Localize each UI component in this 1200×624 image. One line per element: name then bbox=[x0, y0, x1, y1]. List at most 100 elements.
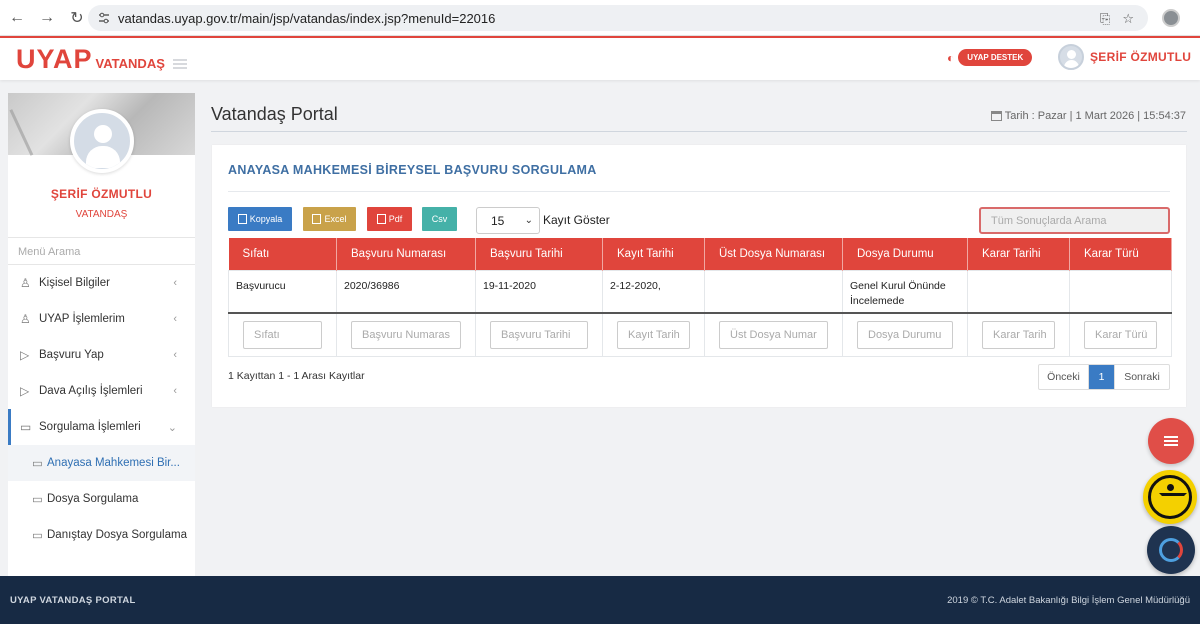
hamburger-icon bbox=[1164, 436, 1178, 446]
sidebar-item-basvuru-yap[interactable]: ▷ Başvuru Yap ‹ bbox=[8, 337, 195, 373]
table-cell: 2-12-2020, bbox=[602, 269, 705, 314]
copy-button[interactable]: Kopyala bbox=[228, 207, 292, 231]
folder-icon: ▭ bbox=[20, 420, 32, 434]
sidebar-item-label: Sorgulama İşlemleri bbox=[39, 421, 141, 433]
pagination: Önceki 1 Sonraki bbox=[1038, 364, 1170, 390]
translate-icon[interactable]: ⎘ bbox=[1100, 11, 1110, 27]
browser-profile-icon[interactable] bbox=[1162, 9, 1180, 27]
support-chat-icon bbox=[1159, 538, 1183, 562]
column-header[interactable]: Başvuru Tarihi bbox=[475, 238, 603, 270]
table-info: 1 Kayıttan 1 - 1 Arası Kayıtlar bbox=[228, 370, 365, 382]
filter-cell: Karar Türü bbox=[1069, 312, 1172, 357]
table-cell bbox=[967, 269, 1070, 314]
hamburger-menu-icon[interactable] bbox=[172, 59, 187, 69]
sidebar-subitem-label: Danıştay Dosya Sorgulama bbox=[47, 529, 187, 541]
filter-input-kayit-tarihi[interactable]: Kayıt Tarih bbox=[617, 321, 690, 349]
table-cell bbox=[1069, 269, 1172, 314]
sidebar-item-dava-acilis[interactable]: ▷ Dava Açılış İşlemleri ‹ bbox=[8, 373, 195, 409]
address-bar[interactable]: vatandas.uyap.gov.tr/main/jsp/vatandas/i… bbox=[88, 5, 1148, 31]
copy-button-label: Kopyala bbox=[249, 214, 283, 224]
forward-icon[interactable]: → bbox=[34, 5, 60, 31]
table-row[interactable]: Başvurucu 2020/36986 19-11-2020 2-12-202… bbox=[228, 269, 1172, 314]
reload-icon[interactable]: ↻ bbox=[64, 5, 90, 31]
sidebar: ŞERİF ÖZMUTLU VATANDAŞ Menü Arama ♙ Kişi… bbox=[8, 93, 195, 576]
chevron-left-icon: ‹ bbox=[173, 385, 177, 397]
filter-input-dosya-durumu[interactable]: Dosya Durumu bbox=[857, 321, 953, 349]
folder-icon: ▭ bbox=[32, 458, 43, 470]
footer-left-text: UYAP VATANDAŞ PORTAL bbox=[10, 594, 136, 606]
play-icon: ▷ bbox=[20, 348, 30, 362]
user-menu[interactable]: ŞERİF ÖZMUTLU bbox=[1058, 44, 1191, 70]
menu-search-input[interactable]: Menü Arama bbox=[8, 237, 195, 265]
user-avatar-icon bbox=[1058, 44, 1084, 70]
sidebar-subitem-dosya-sorgulama[interactable]: ▭ Dosya Sorgulama bbox=[8, 481, 195, 517]
filter-row: Sıfatı Başvuru Numaras Başvuru Tarihi Ka… bbox=[228, 312, 1172, 357]
sidebar-item-kisisel-bilgiler[interactable]: ♙ Kişisel Bilgiler ‹ bbox=[8, 265, 195, 301]
floating-menu-button[interactable] bbox=[1148, 418, 1194, 464]
pagination-next-button[interactable]: Sonraki bbox=[1114, 365, 1169, 389]
chevron-left-icon: ‹ bbox=[173, 313, 177, 325]
global-search-input[interactable]: Tüm Sonuçlarda Arama bbox=[979, 207, 1170, 234]
live-support-button[interactable] bbox=[1147, 526, 1195, 574]
column-header[interactable]: Sıfatı bbox=[228, 238, 337, 270]
profile-banner bbox=[8, 93, 195, 173]
table-header-row: Sıfatı Başvuru Numarası Başvuru Tarihi K… bbox=[228, 238, 1172, 270]
filter-input-basvuru-numarasi[interactable]: Başvuru Numaras bbox=[351, 321, 461, 349]
card-title: ANAYASA MAHKEMESİ BİREYSEL BAŞVURU SORGU… bbox=[228, 163, 597, 177]
chevron-down-icon: ⌄ bbox=[167, 421, 177, 434]
column-header[interactable]: Karar Tarihi bbox=[967, 238, 1070, 270]
calendar-icon bbox=[990, 111, 1002, 121]
csv-button[interactable]: Csv bbox=[422, 207, 457, 231]
play-icon: ▷ bbox=[20, 384, 30, 398]
card-divider bbox=[228, 191, 1170, 192]
filter-input-karar-tarihi[interactable]: Karar Tarih bbox=[982, 321, 1055, 349]
sidebar-item-sorgulama[interactable]: ▭ Sorgulama İşlemleri ⌄ bbox=[8, 409, 195, 445]
title-divider bbox=[211, 131, 1187, 132]
browser-toolbar: ← → ↻ vatandas.uyap.gov.tr/main/jsp/vata… bbox=[0, 0, 1200, 36]
pdf-button[interactable]: Pdf bbox=[367, 207, 412, 231]
uyap-logo[interactable]: UYAP VATANDAŞ bbox=[16, 44, 187, 75]
sidebar-subitem-anayasa[interactable]: ▭ Anayasa Mahkemesi Bir... bbox=[8, 445, 195, 481]
filter-cell: Başvuru Tarihi bbox=[475, 312, 603, 357]
page-size-select[interactable]: 15 ⌄ bbox=[476, 207, 540, 234]
filter-input-karar-turu[interactable]: Karar Türü bbox=[1084, 321, 1157, 349]
column-header[interactable]: Kayıt Tarihi bbox=[602, 238, 705, 270]
table-cell: 2020/36986 bbox=[336, 269, 476, 314]
sidebar-subitem-danistay[interactable]: ▭ Danıştay Dosya Sorgulama bbox=[8, 517, 195, 553]
filter-input-basvuru-tarihi[interactable]: Başvuru Tarihi bbox=[490, 321, 588, 349]
sidebar-item-label: Dava Açılış İşlemleri bbox=[39, 385, 143, 397]
back-icon[interactable]: ← bbox=[4, 5, 30, 31]
sidebar-subitem-label: Dosya Sorgulama bbox=[47, 493, 139, 505]
folder-icon: ▭ bbox=[32, 494, 43, 506]
filter-input-sifati[interactable]: Sıfatı bbox=[243, 321, 322, 349]
profile-name: ŞERİF ÖZMUTLU bbox=[50, 187, 153, 201]
pagination-page-1[interactable]: 1 bbox=[1089, 365, 1114, 389]
folder-icon: ▭ bbox=[32, 530, 43, 542]
column-header[interactable]: Dosya Durumu bbox=[842, 238, 968, 270]
column-header[interactable]: Başvuru Numarası bbox=[336, 238, 476, 270]
site-settings-icon[interactable] bbox=[98, 12, 110, 24]
profile-avatar bbox=[70, 109, 134, 173]
datetime-text: Tarih : Pazar | 1 Mart 2026 | 15:54:37 bbox=[1004, 110, 1186, 122]
column-header[interactable]: Üst Dosya Numarası bbox=[704, 238, 843, 270]
accessibility-button[interactable] bbox=[1143, 470, 1197, 524]
bookmark-star-icon[interactable]: ☆ bbox=[1122, 11, 1134, 27]
profile-role: VATANDAŞ bbox=[75, 209, 128, 220]
filter-cell: Dosya Durumu bbox=[842, 312, 968, 357]
pagination-prev-button[interactable]: Önceki bbox=[1039, 365, 1089, 389]
support-link[interactable]: ◐ UYAP DESTEK bbox=[947, 49, 1033, 66]
page-size-label: Kayıt Göster bbox=[543, 213, 610, 227]
accessibility-icon bbox=[1148, 475, 1192, 519]
copy-icon bbox=[237, 214, 247, 224]
filter-input-ust-dosya[interactable]: Üst Dosya Numar bbox=[719, 321, 828, 349]
sidebar-item-uyap-islemlerim[interactable]: ♙ UYAP İşlemlerim ‹ bbox=[8, 301, 195, 337]
sidebar-subitem-label: Anayasa Mahkemesi Bir... bbox=[47, 457, 180, 469]
excel-button[interactable]: Excel bbox=[303, 207, 356, 231]
filter-cell: Kayıt Tarih bbox=[602, 312, 705, 357]
support-button[interactable]: UYAP DESTEK bbox=[958, 49, 1033, 66]
column-header[interactable]: Karar Türü bbox=[1069, 238, 1172, 270]
url-text: vatandas.uyap.gov.tr/main/jsp/vatandas/i… bbox=[118, 10, 496, 26]
chevron-left-icon: ‹ bbox=[173, 349, 177, 361]
chevron-down-icon: ⌄ bbox=[524, 215, 533, 226]
table-cell: 19-11-2020 bbox=[475, 269, 603, 314]
